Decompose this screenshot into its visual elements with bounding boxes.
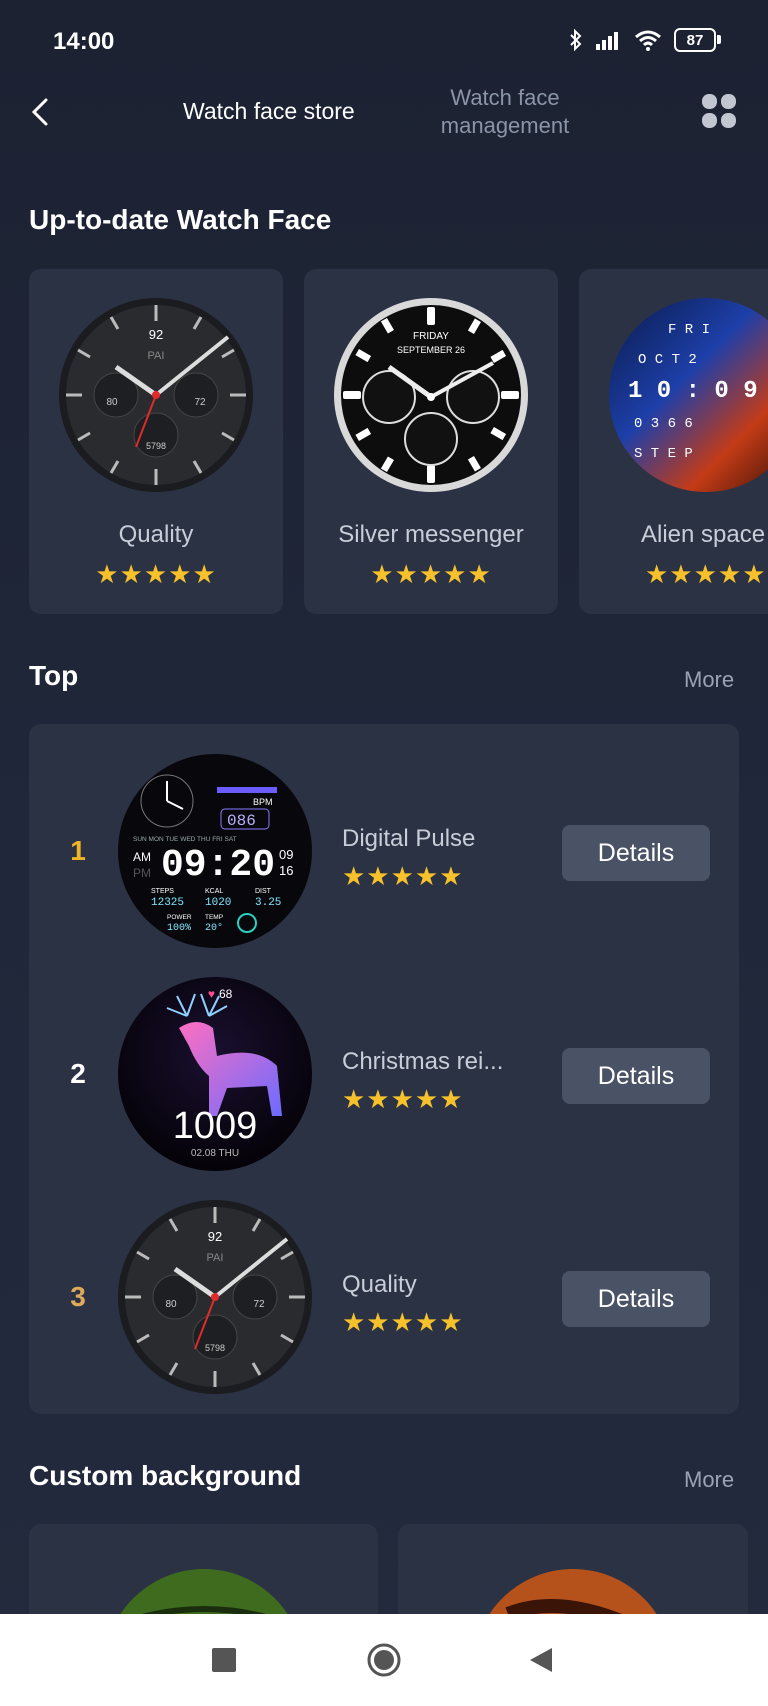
face-line-4: 0 3 6 6 (634, 416, 693, 432)
watch-face-preview: ♥ 68 1009 02.08 THU (118, 977, 312, 1171)
custom-background-card[interactable] (29, 1524, 378, 1624)
face-kcal: 1020 (205, 897, 231, 909)
top-more-link[interactable]: More (684, 667, 734, 693)
face-steps: 12325 (151, 897, 184, 909)
rating-stars: ★★★★★ (342, 861, 464, 891)
face-steps-label: STEPS (151, 888, 174, 895)
watchface-card-silver-messenger[interactable]: FRIDAY SEPTEMBER 26 Silver messenger ★★★… (304, 269, 558, 614)
face-left-value: 80 (165, 1299, 177, 1310)
rating-stars: ★★★★★ (342, 1084, 464, 1114)
section-title-latest: Up-to-date Watch Face (29, 204, 332, 235)
face-heart: 68 (219, 987, 233, 1001)
details-button[interactable]: Details (562, 825, 710, 881)
face-date: 02.08 THU (191, 1148, 239, 1159)
face-top-value: 92 (208, 1229, 222, 1244)
face-pai-label: PAI (207, 1252, 224, 1264)
wifi-icon (635, 30, 661, 51)
watchface-card-quality[interactable]: 92 PAI 80 72 5798 Quality ★★★★★ (29, 269, 283, 614)
face-left-value: 80 (106, 397, 118, 408)
section-title-top: Top (29, 660, 79, 691)
custom-background-card[interactable] (398, 1524, 748, 1624)
face-right-value: 72 (194, 397, 206, 408)
details-button[interactable]: Details (562, 1271, 710, 1327)
system-navigation-bar (0, 1614, 768, 1706)
face-dist-label: DIST (255, 888, 272, 895)
face-bpm-label: BPM (253, 797, 273, 807)
face-temp: 20° (205, 922, 223, 934)
watch-face-preview: FRIDAY SEPTEMBER 26 (334, 298, 528, 492)
face-power: 100% (167, 923, 191, 934)
battery-icon: 87 (674, 28, 721, 52)
face-date: SEPTEMBER 26 (397, 345, 465, 355)
face-power-label: POWER (167, 914, 192, 921)
face-right-value: 72 (253, 1299, 265, 1310)
face-dist: 3.25 (255, 897, 281, 909)
face-date-top: 09 (279, 847, 293, 862)
tab-watch-face-store[interactable]: Watch face store (183, 98, 355, 125)
row-name: Quality (342, 1271, 417, 1298)
rating-stars: ★★★★★ (342, 1307, 464, 1337)
card-name: Quality (118, 521, 194, 548)
rank-number: 3 (70, 1281, 86, 1312)
rating-stars: ★★★★★ (370, 559, 492, 589)
back-arrow-icon[interactable] (26, 92, 56, 132)
face-time: 1009 (173, 1105, 258, 1147)
card-name: Silver messenger (338, 521, 524, 548)
face-line-5: S T E P (634, 446, 693, 462)
face-bottom-value: 5798 (146, 441, 166, 451)
tab-watch-face-management[interactable]: Watch face management (430, 84, 580, 140)
nav-back-icon[interactable] (528, 1646, 554, 1674)
face-bottom-value: 5798 (205, 1343, 225, 1353)
face-pm: PM (133, 866, 151, 880)
face-pai-label: PAI (148, 350, 165, 362)
face-date-bottom: 16 (279, 863, 293, 878)
watch-face-preview: F R I O C T 2 1 0 : 0 9 0 3 6 6 S T E P (609, 298, 768, 492)
watchface-card-alien-space[interactable]: F R I O C T 2 1 0 : 0 9 0 3 6 6 S T E P … (579, 269, 768, 614)
watch-face-preview: BPM 086 SUN MON TUE WED THU FRI SAT AM P… (118, 754, 312, 948)
watch-face-preview: 92 PAI 80 72 5798 (118, 1200, 312, 1394)
section-title-custom: Custom background (29, 1460, 302, 1491)
rating-stars: ★★★★★ (95, 559, 217, 589)
rank-number: 2 (70, 1058, 86, 1089)
signal-icon (596, 32, 618, 50)
row-name: Christmas rei... (342, 1048, 504, 1075)
status-icons: 87 (568, 28, 721, 52)
grid-icon[interactable] (700, 92, 738, 130)
face-time: 09:20 (161, 844, 275, 887)
watch-face-preview: 92 PAI 80 72 5798 (59, 298, 253, 492)
card-name: Alien space (641, 521, 766, 548)
face-top-value: 92 (149, 327, 163, 342)
nav-square-icon[interactable] (212, 1648, 236, 1672)
custom-more-link[interactable]: More (684, 1467, 734, 1493)
rank-number: 1 (70, 835, 86, 866)
face-day: FRIDAY (413, 331, 449, 342)
face-days: SUN MON TUE WED THU FRI SAT (133, 836, 237, 843)
face-temp-label: TEMP (205, 914, 223, 921)
details-button[interactable]: Details (562, 1048, 710, 1104)
face-line-3: 1 0 : 0 9 (628, 378, 758, 405)
bluetooth-icon (570, 28, 582, 52)
rating-stars: ★★★★★ (645, 559, 767, 589)
face-kcal-label: KCAL (205, 888, 223, 895)
svg-text:♥: ♥ (208, 987, 215, 1001)
face-am: AM (133, 850, 151, 864)
status-time: 14:00 (53, 28, 115, 55)
face-line-1: F R I (668, 322, 710, 338)
face-line-2: O C T 2 (638, 352, 697, 368)
face-bpm: 086 (227, 812, 256, 830)
nav-circle-icon[interactable] (366, 1642, 402, 1678)
row-name: Digital Pulse (342, 825, 476, 852)
